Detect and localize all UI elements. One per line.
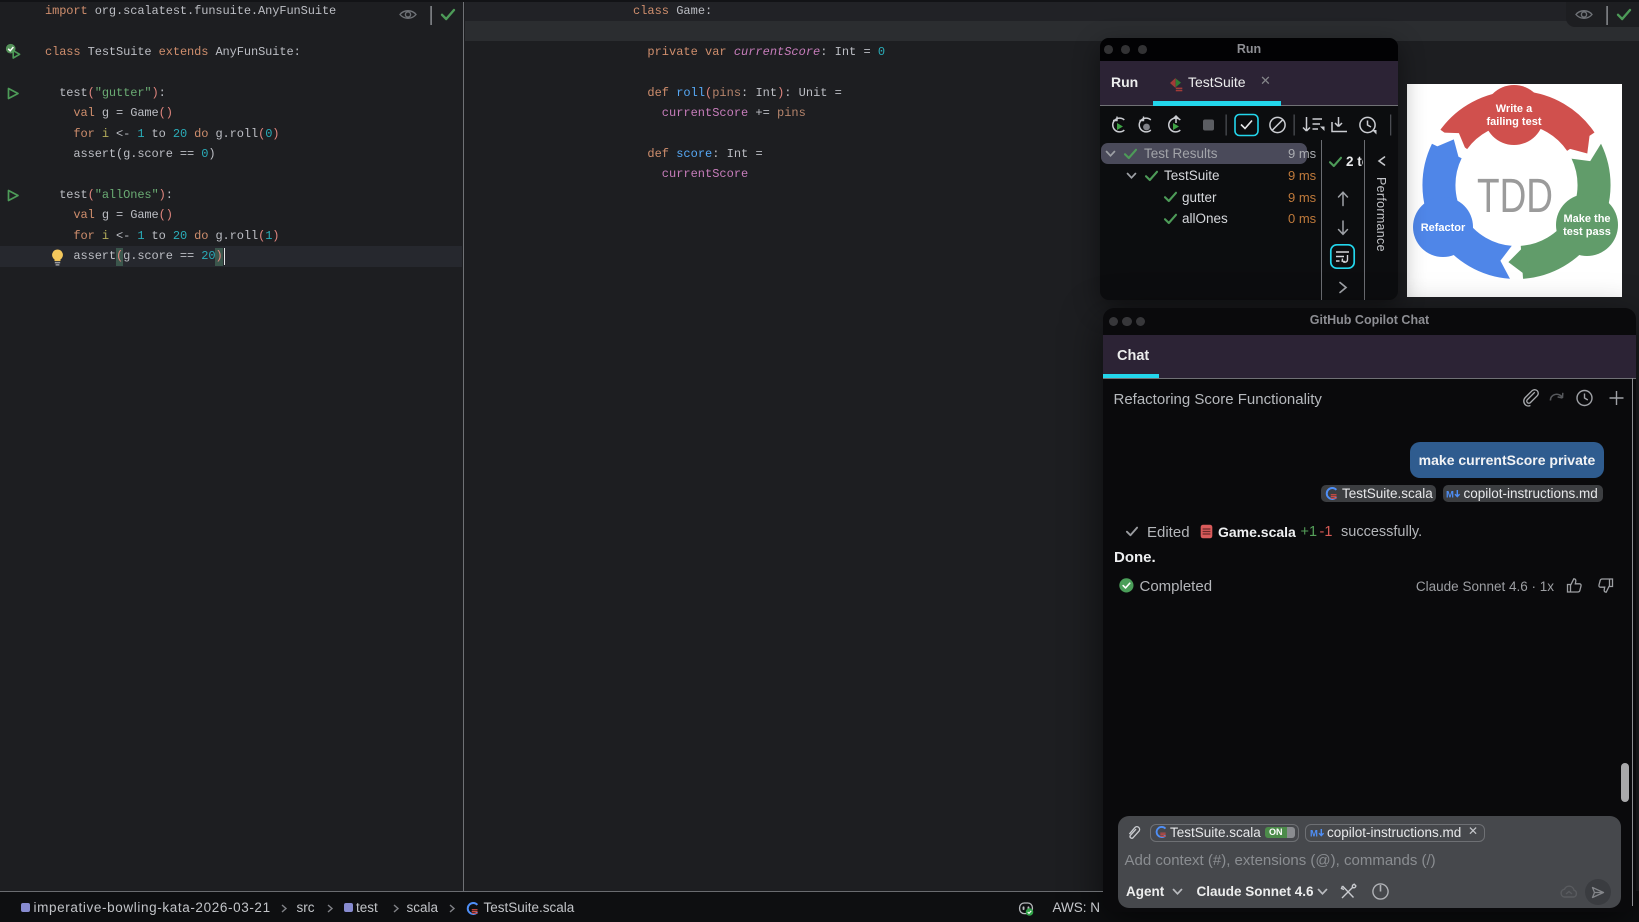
svg-text:M: M — [1310, 829, 1318, 840]
svg-text:Refactor: Refactor — [1421, 222, 1466, 234]
svg-text:M: M — [1446, 489, 1454, 500]
svg-text:test pass: test pass — [1563, 226, 1611, 238]
svg-text:TDD: TDD — [1477, 170, 1553, 223]
svg-text:Write a: Write a — [1496, 103, 1533, 115]
svg-text:Make the: Make the — [1563, 213, 1610, 225]
svg-text:failing test: failing test — [1486, 116, 1541, 128]
